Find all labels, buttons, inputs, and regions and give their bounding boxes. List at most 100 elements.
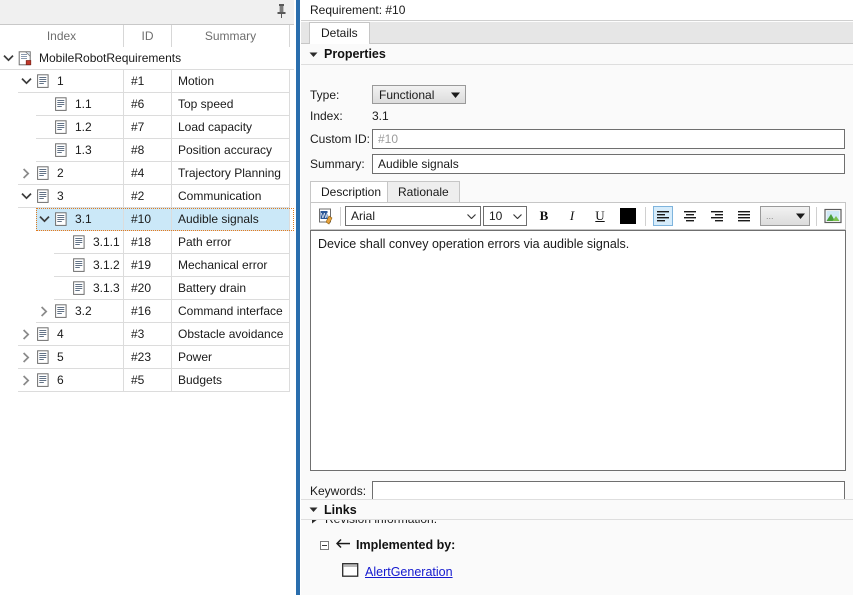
chevron-down-icon (467, 207, 476, 225)
tree-row-index: 3.1 (75, 212, 92, 226)
tree-row-summary: Top speed (172, 93, 290, 116)
tree-row-summary: Budgets (172, 369, 290, 392)
custom-id-input[interactable]: #10 (372, 129, 845, 149)
links-section-header[interactable]: Links (301, 499, 853, 520)
underline-button[interactable]: U (590, 206, 610, 226)
pin-icon[interactable] (272, 2, 290, 20)
left-pane-titlebar (0, 0, 294, 25)
requirement-icon (52, 304, 70, 318)
requirements-editor-window: Index ID Summary MobileRobotRequirements… (0, 0, 853, 595)
italic-button[interactable]: I (562, 206, 582, 226)
tree-row-summary: Audible signals (172, 208, 290, 231)
link-group-implemented-by[interactable]: Implemented by: (320, 538, 455, 552)
table-row[interactable]: 3.1.2 #19 Mechanical error (0, 254, 294, 277)
paragraph-style-value: ... (766, 211, 774, 221)
collapse-toggle-icon[interactable] (320, 540, 329, 550)
table-row[interactable]: 1.3 #8 Position accuracy (0, 139, 294, 162)
font-size-value: 10 (489, 209, 503, 223)
requirement-icon (70, 281, 88, 295)
svg-text:W: W (321, 213, 328, 220)
chevron-down-icon (796, 207, 805, 225)
description-editor[interactable]: Device shall convey operation errors via… (310, 230, 846, 471)
paragraph-style-dropdown[interactable]: ... (760, 206, 810, 226)
requirements-browser-pane: Index ID Summary MobileRobotRequirements… (0, 0, 294, 595)
tree-row-id: #2 (124, 185, 172, 208)
column-header-summary[interactable]: Summary (172, 25, 290, 47)
table-row[interactable]: 1.2 #7 Load capacity (0, 116, 294, 139)
table-row[interactable]: 3.1 #10 Audible signals (0, 208, 294, 231)
table-row[interactable]: 5 #23 Power (0, 346, 294, 369)
requirement-set-icon (16, 50, 34, 66)
summary-field-row: Summary: Audible signals (310, 154, 845, 174)
font-family-dropdown[interactable]: Arial (345, 206, 481, 226)
type-dropdown[interactable]: Functional (372, 85, 466, 104)
tree-row-id: #16 (124, 300, 172, 323)
tree-row-index: 3.1.2 (93, 258, 120, 272)
type-value: Functional (379, 87, 435, 102)
table-row[interactable]: 6 #5 Budgets (0, 369, 294, 392)
tree-row-id: #8 (124, 139, 172, 162)
summary-label: Summary: (310, 157, 365, 171)
font-size-dropdown[interactable]: 10 (483, 206, 527, 226)
chevron-right-icon[interactable] (18, 369, 34, 391)
align-center-icon[interactable] (680, 206, 700, 226)
requirement-icon (34, 166, 52, 180)
table-row[interactable]: 3.2 #16 Command interface (0, 300, 294, 323)
type-field-row: Type: Functional (310, 85, 466, 104)
table-row[interactable]: 1.1 #6 Top speed (0, 93, 294, 116)
column-header-id[interactable]: ID (124, 25, 172, 47)
tab-details[interactable]: Details (309, 22, 370, 44)
chevron-down-icon[interactable] (18, 185, 34, 207)
tree-row-summary: Mechanical error (172, 254, 290, 277)
tree-row-summary: Load capacity (172, 116, 290, 139)
table-row[interactable]: 4 #3 Obstacle avoidance (0, 323, 294, 346)
chevron-down-icon (309, 50, 318, 59)
tree-row-index: 3.1.3 (93, 281, 120, 295)
requirements-tree[interactable]: MobileRobotRequirements 1 #1 Motion 1.1 #6 Top… (0, 47, 294, 595)
chevron-down-icon (513, 207, 522, 225)
tree-row-summary: Command interface (172, 300, 290, 323)
table-row[interactable]: 1 #1 Motion (0, 70, 294, 93)
tree-row-summary: Obstacle avoidance (172, 323, 290, 346)
table-row[interactable]: 2 #4 Trajectory Planning (0, 162, 294, 185)
tree-row-id: #20 (124, 277, 172, 300)
table-row[interactable]: 3.1.3 #20 Battery drain (0, 277, 294, 300)
tab-rationale[interactable]: Rationale (387, 181, 460, 203)
table-row[interactable]: 3 #2 Communication (0, 185, 294, 208)
align-justify-icon[interactable] (734, 206, 754, 226)
chevron-down-icon[interactable] (0, 47, 16, 69)
link-item-alertgeneration[interactable]: AlertGeneration (342, 563, 453, 580)
toolbar-separator (340, 206, 341, 226)
table-row[interactable]: 3.1.1 #18 Path error (0, 231, 294, 254)
description-tabstrip: Description Rationale (310, 181, 846, 203)
align-right-icon[interactable] (707, 206, 727, 226)
summary-input[interactable]: Audible signals (372, 154, 845, 174)
tree-row-id: #18 (124, 231, 172, 254)
requirement-icon (34, 373, 52, 387)
requirement-icon (52, 143, 70, 157)
chevron-right-icon[interactable] (18, 162, 34, 184)
column-header-index[interactable]: Index (0, 25, 124, 47)
tab-description[interactable]: Description (310, 181, 393, 203)
keywords-input[interactable] (372, 481, 845, 501)
chevron-right-icon[interactable] (18, 346, 34, 368)
link-item-label[interactable]: AlertGeneration (365, 565, 453, 579)
bold-button[interactable]: B (534, 206, 554, 226)
chevron-down-icon[interactable] (18, 70, 34, 92)
requirement-icon (52, 97, 70, 111)
pane-splitter[interactable] (294, 0, 301, 595)
insert-image-icon[interactable] (823, 206, 843, 226)
tree-row-summary: Trajectory Planning (172, 162, 290, 185)
chevron-right-icon[interactable] (18, 323, 34, 345)
text-color-button[interactable] (618, 206, 638, 226)
chevron-right-icon[interactable] (36, 300, 52, 322)
requirement-icon (70, 258, 88, 272)
word-edit-icon[interactable]: W (316, 206, 336, 226)
table-row[interactable]: MobileRobotRequirements (0, 47, 294, 70)
align-left-icon[interactable] (653, 206, 673, 226)
properties-section-header[interactable]: Properties (301, 44, 853, 65)
chevron-down-icon[interactable] (36, 208, 52, 230)
